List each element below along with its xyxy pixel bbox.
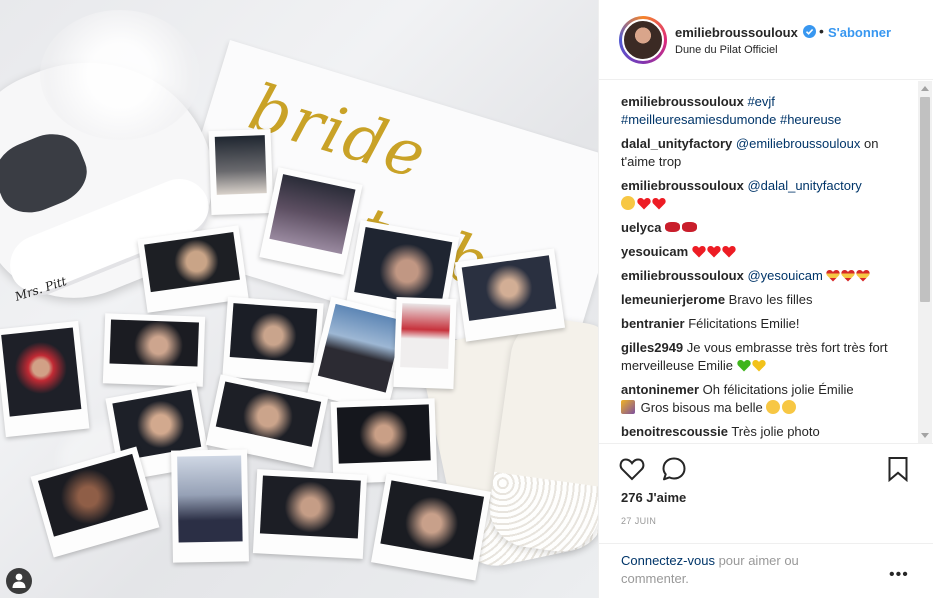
login-prompt-text: Connectez-vous pour aimer ou commenter. (621, 552, 861, 588)
comment-username[interactable]: emiliebroussouloux (621, 268, 744, 283)
like-heart-icon[interactable] (619, 456, 645, 482)
user-icon (12, 573, 26, 588)
yellow-heart-emoji (751, 360, 766, 372)
kiss-face-emoji (782, 400, 797, 414)
comment-text: Très jolie photo (731, 424, 820, 439)
tulle-bow (40, 10, 200, 140)
sneaker-opening (0, 124, 96, 223)
comment-mention[interactable]: @emiliebroussouloux (736, 136, 860, 151)
scroll-up-arrow-icon[interactable] (921, 86, 929, 91)
red-heart-emoji (652, 198, 666, 210)
polaroid (393, 296, 457, 390)
comment-username[interactable]: benoitrescoussie (621, 424, 728, 439)
comment-text-continued: Gros bisous ma belle (640, 400, 763, 415)
lips-emoji (665, 222, 681, 232)
comment-username[interactable]: antoninemer (621, 382, 699, 397)
comment-item: emiliebroussouloux @yesouicam (621, 267, 901, 285)
comment-username[interactable]: emiliebroussouloux (621, 178, 744, 193)
login-prompt: Connectez-vous pour aimer ou commenter. … (599, 543, 933, 598)
lips-emoji (682, 222, 698, 232)
polaroid (30, 446, 160, 558)
comment-item: uelyca (621, 219, 901, 237)
red-heart-emoji (692, 246, 706, 258)
polaroid (208, 128, 274, 216)
post-actions: 276 J'aime 27 JUIN (599, 443, 933, 543)
polaroid (454, 248, 566, 342)
comment-item: emiliebroussouloux @dalal_unityfactory (621, 177, 901, 213)
comment-mention[interactable]: @dalal_unityfactory (747, 178, 861, 193)
comment-username[interactable]: lemeunierjerome (621, 292, 725, 307)
polaroid (370, 473, 492, 581)
polaroid (252, 469, 368, 559)
spain-heart-emoji (841, 270, 856, 282)
post-photo[interactable]: bride to be Mrs. Pitt (0, 0, 598, 598)
tagged-users-button[interactable] (6, 568, 32, 594)
comment-item: lemeunierjerome Bravo les filles (621, 291, 901, 309)
polaroid (222, 296, 324, 384)
comment-item: benoitrescoussie Très jolie photo (621, 423, 901, 441)
comment-item: antoninemer Oh félicitations jolie Émili… (621, 381, 901, 417)
face-with-tears-emoji (621, 196, 635, 210)
comment-item: yesouicam (621, 243, 901, 261)
verified-badge-icon (803, 25, 816, 38)
comment-username[interactable]: bentranier (621, 316, 685, 331)
comment-text: Félicitations Emilie! (688, 316, 800, 331)
scroll-down-arrow-icon[interactable] (921, 433, 929, 438)
login-link[interactable]: Connectez-vous (621, 553, 715, 568)
red-heart-emoji (722, 246, 736, 258)
comment-username[interactable]: uelyca (621, 220, 661, 235)
avatar[interactable] (622, 19, 664, 61)
comment-item: gilles2949 Je vous embrasse très fort tr… (621, 339, 901, 375)
like-count[interactable]: 276 J'aime (621, 490, 686, 505)
polaroid (330, 398, 438, 484)
header-separator: • (819, 23, 824, 39)
bookmark-icon[interactable] (887, 456, 909, 482)
comment-username[interactable]: yesouicam (621, 244, 688, 259)
comment-list: emiliebroussouloux #evjf #meilleuresamie… (599, 81, 933, 443)
comments-scrollbar[interactable] (918, 81, 932, 443)
location-link[interactable]: Dune du Pilat Officiel (675, 44, 778, 56)
comment-item: bentranier Félicitations Emilie! (621, 315, 901, 333)
polaroid (0, 320, 90, 438)
red-heart-emoji (637, 198, 651, 210)
post-sidebar: emiliebroussouloux • S'abonner Dune du P… (598, 0, 933, 598)
green-heart-emoji (736, 360, 751, 372)
more-options-icon[interactable]: ••• (889, 566, 909, 584)
red-heart-emoji (707, 246, 721, 258)
comment-username[interactable]: gilles2949 (621, 340, 683, 355)
spain-heart-emoji (856, 270, 871, 282)
polaroid (171, 449, 249, 563)
comment-username[interactable]: dalal_unityfactory (621, 136, 732, 151)
post-date: 27 JUIN (621, 516, 657, 526)
spain-heart-emoji (826, 270, 841, 282)
comment-caption: emiliebroussouloux #evjf #meilleuresamie… (621, 93, 901, 129)
polaroid (102, 313, 206, 387)
kiss-face-emoji (766, 400, 781, 414)
comment-username[interactable]: emiliebroussouloux (621, 94, 744, 109)
scrollbar-thumb[interactable] (920, 97, 930, 302)
party-popper-emoji (621, 400, 635, 414)
comment-bubble-icon[interactable] (661, 456, 687, 482)
header-username[interactable]: emiliebroussouloux (675, 25, 798, 40)
follow-button[interactable]: S'abonner (828, 25, 891, 40)
comment-mention[interactable]: @yesouicam (747, 268, 822, 283)
avatar-story-ring[interactable] (619, 16, 667, 64)
comment-item: dalal_unityfactory @emiliebroussouloux o… (621, 135, 901, 171)
comment-text: Bravo les filles (728, 292, 813, 307)
post-header: emiliebroussouloux • S'abonner Dune du P… (599, 0, 933, 80)
comment-text: Oh félicitations jolie Émilie (702, 382, 854, 397)
